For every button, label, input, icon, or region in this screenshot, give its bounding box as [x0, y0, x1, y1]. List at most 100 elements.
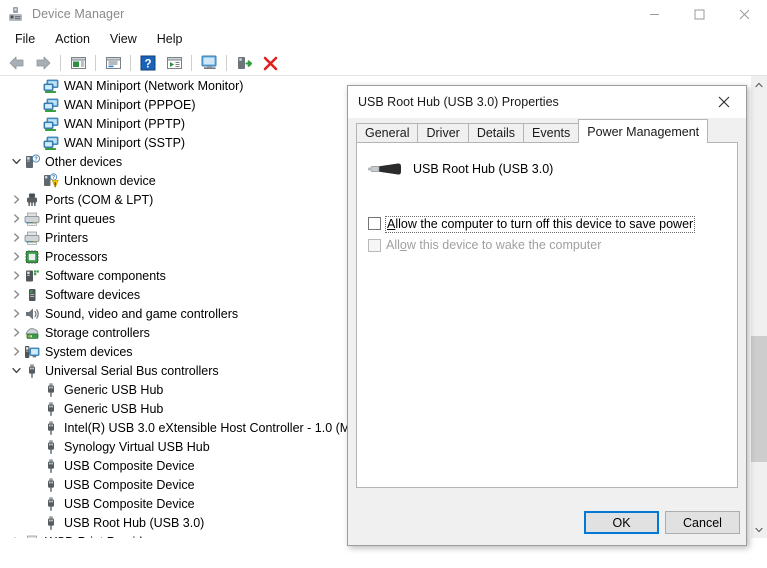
- tree-item-label: Unknown device: [64, 173, 156, 188]
- usb-icon: [43, 401, 59, 417]
- close-button[interactable]: [722, 0, 767, 28]
- accel-char: o: [399, 238, 407, 252]
- other-devices-icon: ?: [24, 153, 41, 170]
- chevron-right-icon[interactable]: [8, 323, 24, 342]
- scroll-up-icon[interactable]: [751, 76, 767, 93]
- dialog-tabstrip[interactable]: General Driver Details Events Power Mana…: [356, 119, 709, 143]
- chevron-down-icon[interactable]: [8, 361, 24, 380]
- uninstall-device-icon[interactable]: [258, 52, 282, 74]
- tree-item-label: Software devices: [45, 287, 141, 302]
- properties-dialog: USB Root Hub (USB 3.0) Properties Genera…: [347, 85, 747, 546]
- update-driver-icon[interactable]: [162, 52, 186, 74]
- usb-icon: [43, 515, 59, 531]
- device-header: USB Root Hub (USB 3.0): [367, 157, 553, 181]
- tree-item-label: Sound, video and game controllers: [45, 306, 239, 321]
- maximize-button[interactable]: [677, 0, 722, 28]
- printer-icon: [24, 211, 40, 227]
- network-adapter-icon: [43, 116, 59, 132]
- allow-wake-label: Allow this device to wake the computer: [386, 238, 601, 253]
- tree-item-label: USB Root Hub (USB 3.0): [64, 515, 205, 530]
- toolbar-separator: [60, 54, 61, 71]
- scrollbar-thumb[interactable]: [751, 336, 767, 462]
- usb-plug-icon: [367, 157, 403, 181]
- tree-vertical-scrollbar[interactable]: [751, 76, 767, 538]
- tree-item-label: Universal Serial Bus controllers: [45, 363, 219, 378]
- minimize-button[interactable]: [632, 0, 677, 28]
- tree-item-label: Print queues: [45, 211, 116, 226]
- tab-events[interactable]: Events: [523, 123, 580, 142]
- speaker-icon: [24, 306, 40, 322]
- allow-turn-off-row[interactable]: Allow the computer to turn off this devi…: [368, 216, 696, 233]
- window-controls: [632, 0, 767, 28]
- printer-icon: [24, 230, 40, 246]
- chevron-down-icon[interactable]: [8, 152, 24, 171]
- menubar: File Action View Help: [0, 28, 767, 50]
- tree-item-label: WAN Miniport (PPPOE): [64, 97, 196, 112]
- menu-file[interactable]: File: [6, 29, 44, 49]
- help-icon[interactable]: ?: [136, 52, 160, 74]
- usb-icon: [43, 496, 59, 512]
- menu-view[interactable]: View: [101, 29, 146, 49]
- allow-turn-off-checkbox[interactable]: [368, 217, 381, 230]
- chevron-right-icon[interactable]: [8, 342, 24, 361]
- menu-action[interactable]: Action: [46, 29, 99, 49]
- ok-button[interactable]: OK: [584, 511, 659, 534]
- allow-wake-row: Allow this device to wake the computer: [368, 238, 601, 253]
- tab-details[interactable]: Details: [467, 123, 525, 142]
- toolbar: ?: [0, 50, 767, 76]
- menu-help[interactable]: Help: [148, 29, 192, 49]
- tab-general[interactable]: General: [356, 123, 419, 142]
- usb-icon: [43, 439, 59, 455]
- tree-item-label: System devices: [45, 344, 133, 359]
- tree-item-label: Processors: [45, 249, 108, 264]
- back-icon[interactable]: [5, 52, 29, 74]
- chevron-right-icon[interactable]: [8, 285, 24, 304]
- chevron-right-icon[interactable]: [8, 209, 24, 228]
- tree-item-label: Software components: [45, 268, 166, 283]
- tree-item-label: Storage controllers: [45, 325, 150, 340]
- toolbar-separator: [226, 54, 227, 71]
- tab-driver[interactable]: Driver: [417, 123, 469, 142]
- software-component-icon: [24, 268, 40, 284]
- usb-icon: [43, 458, 59, 474]
- ports-icon: [24, 192, 40, 208]
- tree-item-label: Intel(R) USB 3.0 eXtensible Host Control…: [64, 420, 353, 435]
- properties-icon[interactable]: [66, 52, 90, 74]
- toolbar-separator: [130, 54, 131, 71]
- chevron-right-icon[interactable]: [8, 266, 24, 285]
- cancel-button[interactable]: Cancel: [665, 511, 740, 534]
- scan-hardware-changes-icon[interactable]: [197, 52, 221, 74]
- tree-item-label: Generic USB Hub: [64, 401, 164, 416]
- tree-item-label: WAN Miniport (Network Monitor): [64, 78, 244, 93]
- show-hidden-devices-icon[interactable]: [101, 52, 125, 74]
- chevron-right-icon[interactable]: [8, 190, 24, 209]
- tab-power-management[interactable]: Power Management: [578, 119, 709, 143]
- device-name-label: USB Root Hub (USB 3.0): [413, 162, 554, 176]
- chevron-right-icon[interactable]: [8, 304, 24, 323]
- enable-device-icon[interactable]: [232, 52, 256, 74]
- forward-icon[interactable]: [31, 52, 55, 74]
- label-start: All: [386, 238, 400, 252]
- chevron-right-icon[interactable]: [8, 247, 24, 266]
- power-management-tab-page: USB Root Hub (USB 3.0) Allow the compute…: [356, 142, 738, 488]
- scroll-down-icon[interactable]: [751, 521, 767, 538]
- storage-controller-icon: [24, 325, 40, 341]
- usb-icon: [24, 363, 40, 379]
- chevron-right-icon[interactable]: [8, 228, 24, 247]
- network-adapter-icon: [43, 78, 59, 94]
- software-device-icon: [24, 287, 40, 303]
- svg-text:?: ?: [144, 58, 151, 70]
- dialog-close-button[interactable]: [702, 86, 746, 117]
- dialog-titlebar: USB Root Hub (USB 3.0) Properties: [348, 86, 746, 118]
- allow-wake-checkbox: [368, 239, 381, 252]
